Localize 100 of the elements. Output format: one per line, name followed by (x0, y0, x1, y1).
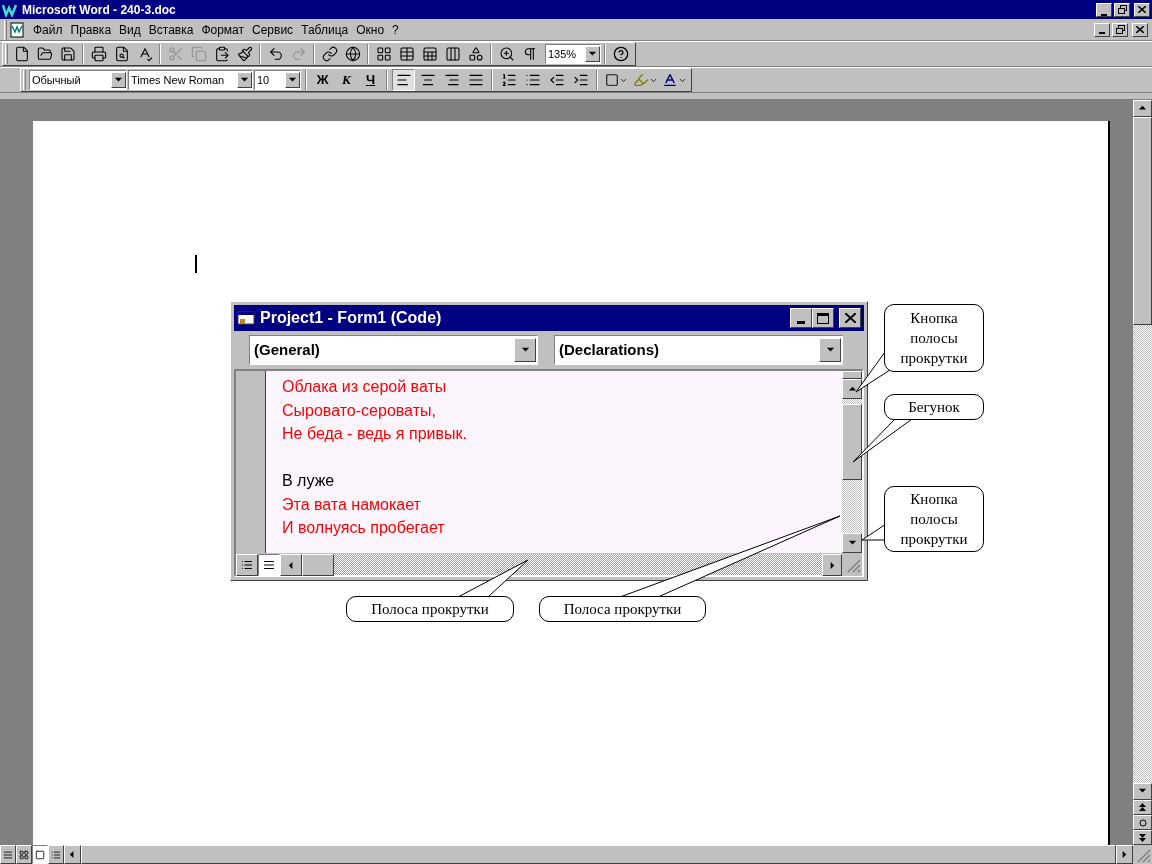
view-button[interactable] (32, 845, 48, 864)
dropdown-arrow-button[interactable] (285, 72, 300, 88)
scroll-down-button[interactable] (1133, 783, 1152, 800)
scroll-up-button[interactable] (1133, 100, 1152, 117)
close-icon (1138, 6, 1146, 13)
menu-item[interactable]: Правка (66, 20, 116, 39)
close-icon (1136, 26, 1144, 33)
page-magnifier-icon (113, 46, 130, 62)
borders-icon (604, 73, 619, 87)
scroll-left-button[interactable] (64, 845, 81, 864)
menu-item[interactable]: ? (388, 20, 403, 39)
dropdown-arrow-button[interactable] (237, 72, 252, 88)
toolbar-button[interactable] (392, 69, 415, 91)
restore-button[interactable] (1112, 22, 1128, 37)
minimize-icon (1101, 13, 1107, 16)
outline-icon (51, 849, 61, 860)
callout: Кнопка полосы прокрутки (884, 304, 984, 372)
arrow-icon (1120, 850, 1129, 859)
lines-icon (263, 559, 275, 571)
dropdown-arrow-button[interactable] (585, 46, 600, 62)
close-button[interactable] (1132, 22, 1148, 37)
spreadsheet-icon (421, 46, 438, 62)
vertical-scrollbar[interactable] (842, 371, 862, 553)
callout: Бегунок (884, 394, 984, 420)
dropdown-arrow-button[interactable] (819, 338, 841, 362)
dropdown-arrow-button[interactable] (111, 72, 126, 88)
highlighter-icon (632, 72, 649, 88)
restore-icon (1117, 5, 1127, 14)
align-left-icon (395, 72, 412, 88)
maximize-button[interactable] (812, 308, 834, 328)
dropdown-value: 10 (257, 72, 270, 88)
document-icon[interactable] (9, 21, 25, 38)
align-center-icon (419, 72, 436, 88)
restore-button[interactable] (1114, 2, 1130, 17)
resize-grip-icon (1133, 845, 1152, 864)
dropdown[interactable]: Times New Roman (128, 70, 253, 90)
dropdown-value: (Declarations) (559, 339, 660, 360)
dropdown[interactable]: (General) (249, 335, 538, 365)
align-justify-icon (467, 72, 484, 88)
scroll-thumb[interactable] (81, 845, 1116, 864)
code-line: Не беда - ведь я привык. (282, 424, 467, 444)
scroll-right-button[interactable] (822, 554, 842, 576)
scroll-right-button[interactable] (1116, 845, 1133, 864)
new-document-icon (13, 46, 30, 62)
dropdown[interactable]: Обычный (29, 70, 127, 90)
close-button[interactable] (839, 308, 861, 328)
menu-item[interactable]: Формат (197, 20, 249, 39)
close-button[interactable] (1134, 2, 1150, 17)
code-line: И волнуясь пробегает (282, 518, 445, 538)
numbered-list-icon (500, 72, 517, 88)
minimize-button[interactable] (790, 308, 812, 328)
window-title: Microsoft Word - 240-3.doc (22, 1, 177, 19)
printer-icon (90, 46, 107, 62)
scissors-icon (167, 46, 184, 62)
split-bar[interactable] (842, 371, 862, 379)
undo-icon (267, 46, 284, 62)
form-icon (237, 310, 255, 326)
dropdown-value: Обычный (32, 72, 81, 88)
scroll-thumb[interactable] (1133, 117, 1152, 325)
link-icon (321, 46, 338, 62)
restore-icon (1115, 25, 1125, 34)
scroll-left-button[interactable] (280, 554, 302, 576)
menu-item[interactable]: Окно (352, 20, 389, 39)
dropdown[interactable]: (Declarations) (554, 335, 843, 365)
callout: Кнопка полосы прокрутки (884, 486, 984, 552)
menu-item[interactable]: Вид (115, 20, 145, 39)
dropdown-value: (General) (254, 339, 320, 360)
code-editor[interactable]: Облака из серой ваты Сыровато-сероваты, Не беда - ведь я привык. В луже Эта вата намокает И волнуясь пробегает (266, 371, 842, 553)
decrease-indent-icon (548, 72, 565, 88)
next-page-button[interactable] (1133, 830, 1152, 845)
menu-item[interactable]: Вставка (144, 20, 198, 39)
bold-button[interactable]: Ж (311, 69, 334, 91)
menu-item[interactable]: Сервис (248, 20, 298, 39)
scroll-up-button[interactable] (842, 379, 862, 399)
word-logo-icon (2, 2, 18, 17)
underline-button[interactable]: Ч (359, 69, 382, 91)
italic-button[interactable]: К (335, 69, 358, 91)
dropdown[interactable]: 10 (254, 70, 301, 90)
dropdown-arrow-button[interactable] (514, 338, 536, 362)
scroll-thumb[interactable] (842, 404, 862, 480)
full-module-view-button[interactable] (258, 554, 280, 576)
menu-item[interactable]: Файл (29, 20, 67, 39)
scroll-thumb[interactable] (302, 554, 334, 576)
help-icon (612, 46, 629, 62)
maximize-icon (817, 312, 829, 324)
scroll-down-button[interactable] (842, 533, 862, 553)
minimize-icon (1099, 31, 1105, 34)
minimize-button[interactable] (1096, 2, 1112, 17)
code-line: Сыровато-сероваты, (282, 400, 436, 421)
minimize-button[interactable] (1094, 22, 1110, 37)
dropdown[interactable]: 135% (545, 44, 601, 64)
text-cursor (195, 255, 197, 273)
procedure-view-button[interactable] (236, 554, 258, 576)
previous-page-button[interactable] (1133, 800, 1152, 815)
menu-item[interactable]: Таблица (297, 20, 353, 39)
code-line: Эта вата намокает (282, 494, 421, 515)
browse-object-button[interactable] (1133, 815, 1152, 830)
close-icon (844, 313, 856, 323)
clipboard-icon (213, 46, 230, 62)
align-right-icon (443, 72, 460, 88)
